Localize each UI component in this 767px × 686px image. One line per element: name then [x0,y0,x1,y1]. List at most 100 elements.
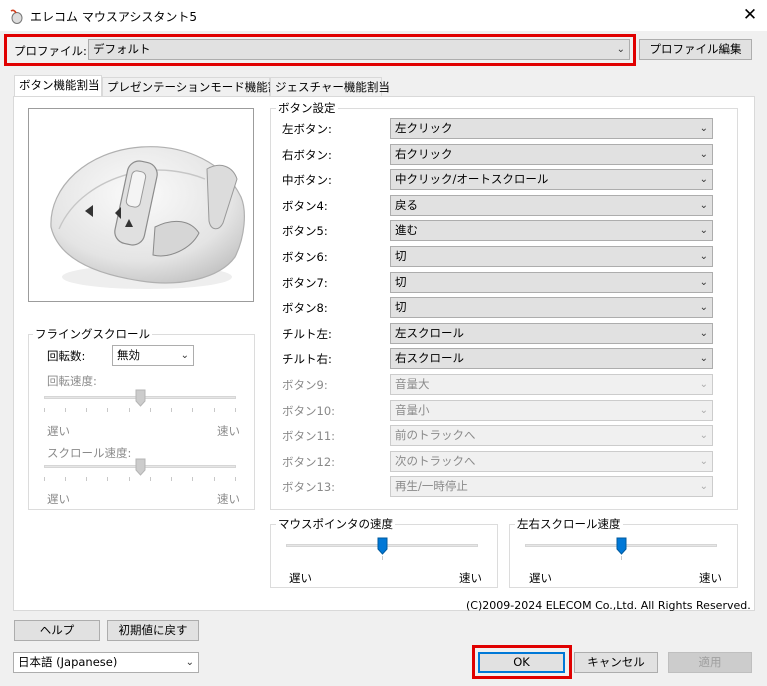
hscroll-speed-slider[interactable] [616,537,627,555]
apply-button[interactable]: 適用 [668,652,752,673]
chevron-down-icon: ⌄ [699,404,708,416]
mouse-illustration [50,146,245,289]
button-setting-value: 左スクロール [395,325,464,340]
chevron-down-icon: ⌄ [699,430,708,442]
mouse-image-frame [28,108,254,302]
button-setting-select[interactable]: 右クリック ⌄ [390,143,713,165]
button-setting-label: ボタン13: [282,480,336,495]
scroll-speed-fast: 速い [217,492,240,506]
rotation-speed-ticks [44,408,236,412]
chevron-down-icon: ⌄ [699,225,708,237]
pointer-speed-slider[interactable] [377,537,388,555]
button-setting-value: 音量小 [395,402,430,417]
button-setting-label: ボタン11: [282,429,336,444]
hscroll-speed-ticks [525,556,717,560]
button-setting-value: 右クリック [395,146,453,161]
button-setting-value: 音量大 [395,377,430,391]
hscroll-speed-fast: 速い [699,571,722,585]
button-setting-select[interactable]: 切 ⌄ [390,271,713,293]
button-setting-value: 次のトラックへ [395,453,476,468]
tab-button-assign[interactable]: ボタン機能割当 [14,75,102,98]
button-setting-label: ボタン4: [282,198,328,213]
button-setting-value: 再生/一時停止 [395,479,468,494]
close-icon[interactable]: ✕ [738,4,762,26]
hscroll-speed-slow: 遅い [529,571,552,585]
chevron-down-icon: ⌄ [699,276,708,288]
chevron-down-icon: ⌄ [699,148,708,160]
chevron-down-icon: ⌄ [699,353,708,365]
scroll-speed-slow: 遅い [47,492,70,506]
button-setting-label: チルト右: [282,352,332,367]
tab-gesture-assign[interactable]: ジェスチャー機能割当 [270,77,390,97]
chevron-down-icon: ⌄ [699,379,708,390]
button-setting-select[interactable]: 切 ⌄ [390,297,713,319]
button-setting-label: ボタン8: [282,301,328,316]
chevron-down-icon: ⌄ [699,174,708,186]
button-setting-label: ボタン9: [282,378,328,392]
scroll-speed-slider[interactable] [135,458,146,476]
button-setting-value: 切 [395,274,407,289]
button-setting-select[interactable]: 進む ⌄ [390,220,713,242]
button-setting-select[interactable]: 左スクロール ⌄ [390,322,713,344]
language-select[interactable]: 日本語 (Japanese) ⌄ [13,652,199,673]
rotation-value: 無効 [117,348,140,362]
chevron-down-icon: ⌄ [699,481,708,493]
button-setting-value: 前のトラックへ [395,428,476,443]
reset-defaults-button[interactable]: 初期値に戻す [107,620,199,641]
button-setting-select[interactable]: 音量大 ⌄ [390,374,713,395]
button-setting-value: 切 [395,300,407,315]
button-setting-label: ボタン10: [282,403,336,418]
rotation-select[interactable]: 無効 ⌄ [112,345,194,366]
button-setting-select[interactable]: 切 ⌄ [390,246,713,267]
profile-edit-button[interactable]: プロファイル編集 [639,39,752,60]
button-setting-select[interactable]: 戻る ⌄ [390,194,713,216]
scroll-speed-ticks [44,477,236,481]
pointer-speed-ticks [286,556,478,560]
button-setting-label: 左ボタン: [282,122,332,136]
rotation-label: 回転数: [47,349,86,363]
profile-label: プロファイル: [14,44,87,58]
button-setting-value: 進む [395,223,418,238]
button-setting-label: 中ボタン: [282,173,332,188]
mouse-app-icon [10,9,23,24]
button-setting-label: ボタン5: [282,224,328,239]
button-setting-select[interactable]: 右スクロール ⌄ [390,348,713,370]
hscroll-speed-label: 左右スクロール速度 [515,516,623,532]
chevron-down-icon: ⌄ [185,657,194,668]
profile-value: デフォルト [93,42,151,56]
button-setting-value: 戻る [395,197,418,212]
chevron-down-icon: ⌄ [699,251,708,262]
tab-presentation-assign[interactable]: プレゼンテーションモード機能割当 [102,77,291,97]
button-setting-label: ボタン7: [282,275,328,290]
rotation-speed-label: 回転速度: [47,374,97,388]
help-button[interactable]: ヘルプ [14,620,100,641]
button-setting-select[interactable]: 再生/一時停止 ⌄ [390,476,713,498]
window-title: エレコム マウスアシスタント5 [30,10,197,24]
pointer-speed-label: マウスポインタの速度 [276,516,395,532]
chevron-down-icon: ⌄ [180,350,189,361]
button-setting-label: ボタン12: [282,454,336,469]
chevron-down-icon: ⌄ [699,123,708,134]
button-setting-value: 左クリック [395,121,453,135]
button-setting-select[interactable]: 中クリック/オートスクロール ⌄ [390,169,713,191]
profile-select[interactable]: デフォルト ⌄ [88,39,630,60]
button-setting-select[interactable]: 音量小 ⌄ [390,399,713,421]
button-setting-select[interactable]: 左クリック ⌄ [390,118,713,139]
ok-button[interactable]: OK [478,652,565,673]
language-value: 日本語 (Japanese) [18,655,118,669]
chevron-down-icon: ⌄ [616,44,625,55]
rotation-speed-slider[interactable] [135,389,146,407]
button-setting-label: ボタン6: [282,250,328,264]
button-setting-value: 右スクロール [395,351,464,366]
pointer-speed-fast: 速い [459,571,482,585]
button-setting-label: 右ボタン: [282,147,332,162]
flying-scroll-label: フライングスクロール [33,326,152,342]
scroll-speed-label: スクロール速度: [47,446,132,460]
chevron-down-icon: ⌄ [699,199,708,211]
cancel-button[interactable]: キャンセル [574,652,658,673]
rotation-speed-slow: 遅い [47,424,70,438]
button-setting-select[interactable]: 前のトラックへ ⌄ [390,425,713,447]
button-setting-select[interactable]: 次のトラックへ ⌄ [390,450,713,472]
button-setting-value: 中クリック/オートスクロール [395,172,549,187]
pointer-speed-slow: 遅い [289,571,312,585]
